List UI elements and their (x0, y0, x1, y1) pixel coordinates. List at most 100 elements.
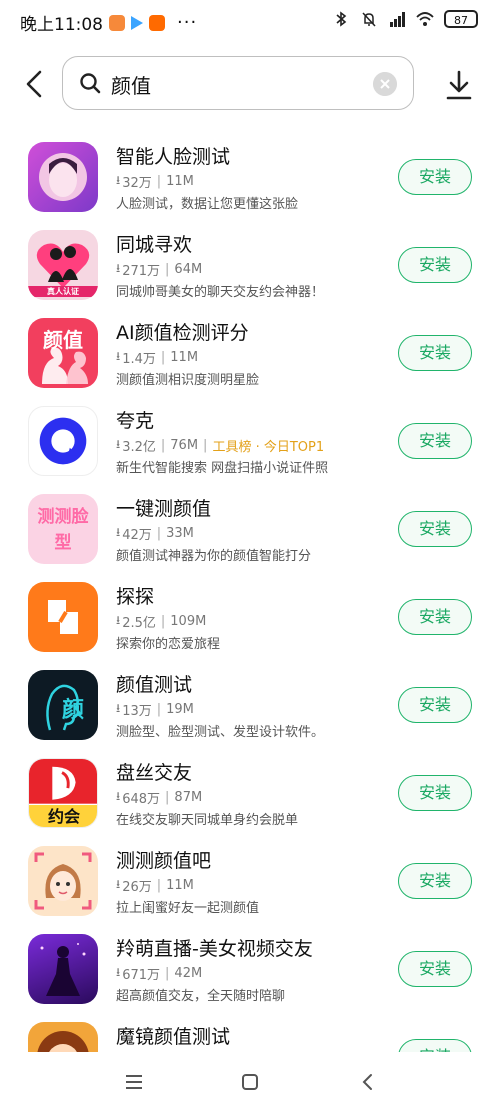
separator: | (160, 614, 166, 629)
separator: | (165, 966, 170, 981)
install-button[interactable]: 安装 (398, 1039, 472, 1052)
download-count-icon: ⭳ (116, 701, 121, 715)
app-meta: ⭳ 32万 | 11M (116, 171, 194, 192)
app-size: 33M (166, 526, 194, 541)
mute-bell-icon (362, 12, 376, 27)
app-size: 109M (170, 614, 207, 629)
icon-caption: 测测脸型 (37, 507, 89, 553)
menu-icon[interactable] (122, 1070, 146, 1094)
list-item[interactable]: 颜值 AI颜值检测评分 ⭳ 1.4万 | 11M 测颜值测相识度测明星脸 安装 (0, 308, 500, 396)
search-query: 颜值 (111, 74, 151, 98)
list-item[interactable]: 测测颜值吧 ⭳ 26万 | 11M 拉上闺蜜好友一起测颜值 安装 (0, 836, 500, 924)
app-description: 超高颜值交友，全天随时陪聊 (116, 989, 286, 1004)
install-button[interactable]: 安装 (398, 775, 472, 811)
app-meta: ⭳ 3.2亿 | 76M | 工具榜 · 今日TOP1 (116, 435, 324, 456)
lingmeng-live-app-icon (28, 934, 98, 1004)
app-size: 11M (170, 350, 199, 365)
app-size: 42M (174, 966, 203, 981)
app-description: 测脸型、脸型测试、发型设计软件。 (116, 725, 325, 740)
download-count-icon: ⭳ (116, 877, 121, 891)
list-item[interactable]: 约会 盘丝交友 ⭳ 648万 | 87M 在线交友聊天同城单身约会脱单 安装 (0, 748, 500, 836)
app-name: 同城寻欢 (116, 234, 193, 256)
face-test-app-icon (28, 142, 98, 212)
app-name: 颜值测试 (116, 674, 193, 696)
tantan-app-icon (28, 582, 98, 652)
download-count: 13万 (122, 704, 152, 719)
battery-indicator: 87 (444, 10, 478, 28)
app-description: 颜值测试神器为你的颜值智能打分 (116, 549, 312, 564)
search-icon (80, 73, 101, 94)
download-count-icon: ⭳ (116, 965, 121, 979)
download-manager-button[interactable] (444, 68, 474, 102)
status-right: 87 (332, 10, 478, 28)
app-meta: ⭳ 271万 | 64M (116, 259, 202, 280)
app-meta: ⭳ 42万 | 33M (116, 523, 194, 544)
install-button[interactable]: 安装 (398, 863, 472, 899)
list-item[interactable]: 探探 ⭳ 2.5亿 | 109M 探索你的恋爱旅程 安装 (0, 572, 500, 660)
install-button[interactable]: 安装 (398, 159, 472, 195)
app-size: 76M (170, 438, 199, 453)
download-count-icon: ⭳ (116, 173, 121, 187)
app-name: 夸克 (116, 410, 155, 432)
home-icon[interactable] (238, 1070, 262, 1094)
download-count: 671万 (122, 968, 161, 983)
list-item[interactable]: 魔镜颜值测试 安装 (0, 1012, 500, 1052)
list-item[interactable]: 颜 颜值测试 ⭳ 13万 | 19M 测脸型、脸型测试、发型设计软件。 安装 (0, 660, 500, 748)
install-button[interactable]: 安装 (398, 687, 472, 723)
notification-app-icon (109, 14, 125, 31)
ranking-badge: 工具榜 · 今日TOP1 (212, 440, 325, 455)
download-count: 32万 (122, 176, 152, 191)
dating-app-icon: 真人认证 (28, 230, 98, 300)
install-button[interactable]: 安装 (398, 335, 472, 371)
search-results-list: 智能人脸测试 ⭳ 32万 | 11M 人脸测试，数据让您更懂这张脸 安装 真人认… (0, 132, 500, 1052)
clear-search-button[interactable] (373, 72, 397, 96)
download-count: 3.2亿 (122, 440, 156, 455)
list-item[interactable]: 夸克 ⭳ 3.2亿 | 76M | 工具榜 · 今日TOP1 新生代智能搜索 网… (0, 396, 500, 484)
list-item[interactable]: 真人认证 同城寻欢 ⭳ 271万 | 64M 同城帅哥美女的聊天交友约会神器！ … (0, 220, 500, 308)
app-meta: ⭳ 26万 | 11M (116, 875, 194, 896)
download-count-icon: ⭳ (116, 613, 121, 627)
list-item[interactable]: 测测脸型 一键测颜值 ⭳ 42万 | 33M 颜值测试神器为你的颜值智能打分 安… (0, 484, 500, 572)
download-count-icon: ⭳ (116, 525, 121, 539)
install-button[interactable]: 安装 (398, 247, 472, 283)
download-count-icon: ⭳ (116, 261, 121, 275)
download-count: 42万 (122, 528, 152, 543)
app-description: 拉上闺蜜好友一起测颜值 (116, 901, 260, 916)
download-count: 26万 (122, 880, 152, 895)
back-nav-icon[interactable] (356, 1070, 380, 1094)
separator: | (156, 878, 162, 893)
app-size: 11M (166, 174, 194, 189)
download-count-icon: ⭳ (116, 349, 121, 363)
separator: | (165, 262, 170, 277)
status-time: 晚上11:08 (20, 15, 103, 35)
app-description: 人脸测试，数据让您更懂这张脸 (116, 197, 299, 212)
app-meta: ⭳ 671万 | 42M (116, 963, 202, 984)
face-value-test-app-icon: 颜 (28, 670, 98, 740)
status-bar: 晚上11:08 ··· 87 (0, 0, 500, 44)
app-description: 测颜值测相识度测明星脸 (116, 373, 260, 388)
video-app-icon (131, 15, 143, 30)
list-item[interactable]: 智能人脸测试 ⭳ 32万 | 11M 人脸测试，数据让您更懂这张脸 安装 (0, 132, 500, 220)
install-button[interactable]: 安装 (398, 951, 472, 987)
app-name: 羚萌直播-美女视频交友 (116, 938, 313, 960)
app-meta: ⭳ 2.5亿 | 109M (116, 611, 206, 632)
pansi-app-icon: 约会 (28, 758, 98, 828)
magic-mirror-app-icon (28, 1022, 98, 1052)
separator: | (160, 438, 166, 453)
app-description: 在线交友聊天同城单身约会脱单 (116, 813, 299, 828)
mi-app-icon (149, 14, 165, 31)
install-button[interactable]: 安装 (398, 511, 472, 547)
search-row: 颜值 (0, 56, 500, 112)
install-button[interactable]: 安装 (398, 423, 472, 459)
download-count: 648万 (122, 792, 161, 807)
separator: | (156, 526, 162, 541)
back-button[interactable] (20, 68, 50, 100)
app-meta: ⭳ 13万 | 19M (116, 699, 194, 720)
app-size: 11M (166, 878, 194, 893)
face-score-bar-app-icon (28, 846, 98, 916)
list-item[interactable]: 羚萌直播-美女视频交友 ⭳ 671万 | 42M 超高颜值交友，全天随时陪聊 安… (0, 924, 500, 1012)
search-input[interactable]: 颜值 (62, 56, 414, 110)
ai-face-score-app-icon: 颜值 (28, 318, 98, 388)
install-button[interactable]: 安装 (398, 599, 472, 635)
status-left: 晚上11:08 ··· (20, 10, 197, 35)
